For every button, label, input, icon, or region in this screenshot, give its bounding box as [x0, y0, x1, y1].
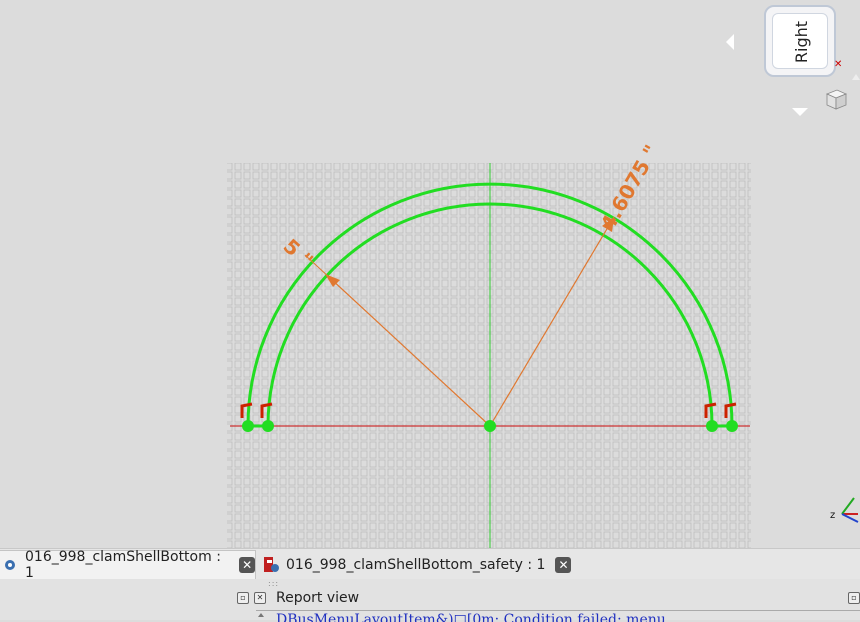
navigation-cube[interactable]: Right: [764, 5, 836, 77]
dock-grip[interactable]: :::: [268, 579, 279, 588]
sketch-point: [706, 420, 718, 432]
scroll-up-icon[interactable]: [258, 613, 264, 617]
navcube-face-label: Right: [791, 20, 811, 64]
navcube-face-right[interactable]: Right: [772, 13, 828, 69]
tab-clamshell-bottom-safety[interactable]: 016_998_clamShellBottom_safety : 1 ✕: [262, 550, 582, 579]
tab-label: 016_998_clamShellBottom : 1: [25, 549, 221, 581]
sketch-point: [484, 420, 496, 432]
navcube-close-icon[interactable]: ✕: [834, 60, 842, 70]
sketch-canvas[interactable]: 5 " 4.6075 ": [0, 0, 860, 548]
close-tab-icon[interactable]: ✕: [239, 557, 255, 573]
3d-viewport[interactable]: 5 " 4.6075 " Right ✕ z: [0, 0, 860, 548]
sketch-grid: [227, 163, 751, 548]
tab-label: 016_998_clamShellBottom_safety : 1: [286, 556, 546, 573]
freecad-document-icon: [262, 556, 280, 574]
svg-text:z: z: [830, 510, 835, 521]
report-view-panel: ::: ▫ ✕ Report view ▫ DBusMenuLayoutItem…: [0, 579, 860, 622]
navcube-rotate-up-icon[interactable]: [852, 74, 860, 80]
sketch-point: [726, 420, 738, 432]
report-message-line: DBusMenuLayoutItem&)□[0m: Condition fail…: [276, 612, 666, 622]
sketch-point: [262, 420, 274, 432]
axis-cross-icon: z: [830, 497, 859, 523]
navcube-rotate-left-icon[interactable]: [726, 34, 734, 50]
close-tab-icon[interactable]: ✕: [555, 556, 572, 573]
tab-clamshell-bottom[interactable]: 016_998_clamShellBottom : 1 ✕: [0, 549, 256, 581]
navcube-menu-cube-icon[interactable]: [824, 88, 848, 110]
close-panel-icon[interactable]: ✕: [254, 592, 266, 604]
navcube-rotate-down-icon[interactable]: [792, 108, 808, 116]
report-view-title: Report view: [276, 590, 360, 606]
float-panel-icon[interactable]: ▫: [237, 592, 249, 604]
document-tab-bar: 016_998_clamShellBottom : 1 ✕ 016_998_cl…: [0, 548, 860, 581]
float-panel-icon-right[interactable]: ▫: [848, 592, 860, 604]
gear-document-icon: [1, 556, 19, 574]
sketch-point: [242, 420, 254, 432]
